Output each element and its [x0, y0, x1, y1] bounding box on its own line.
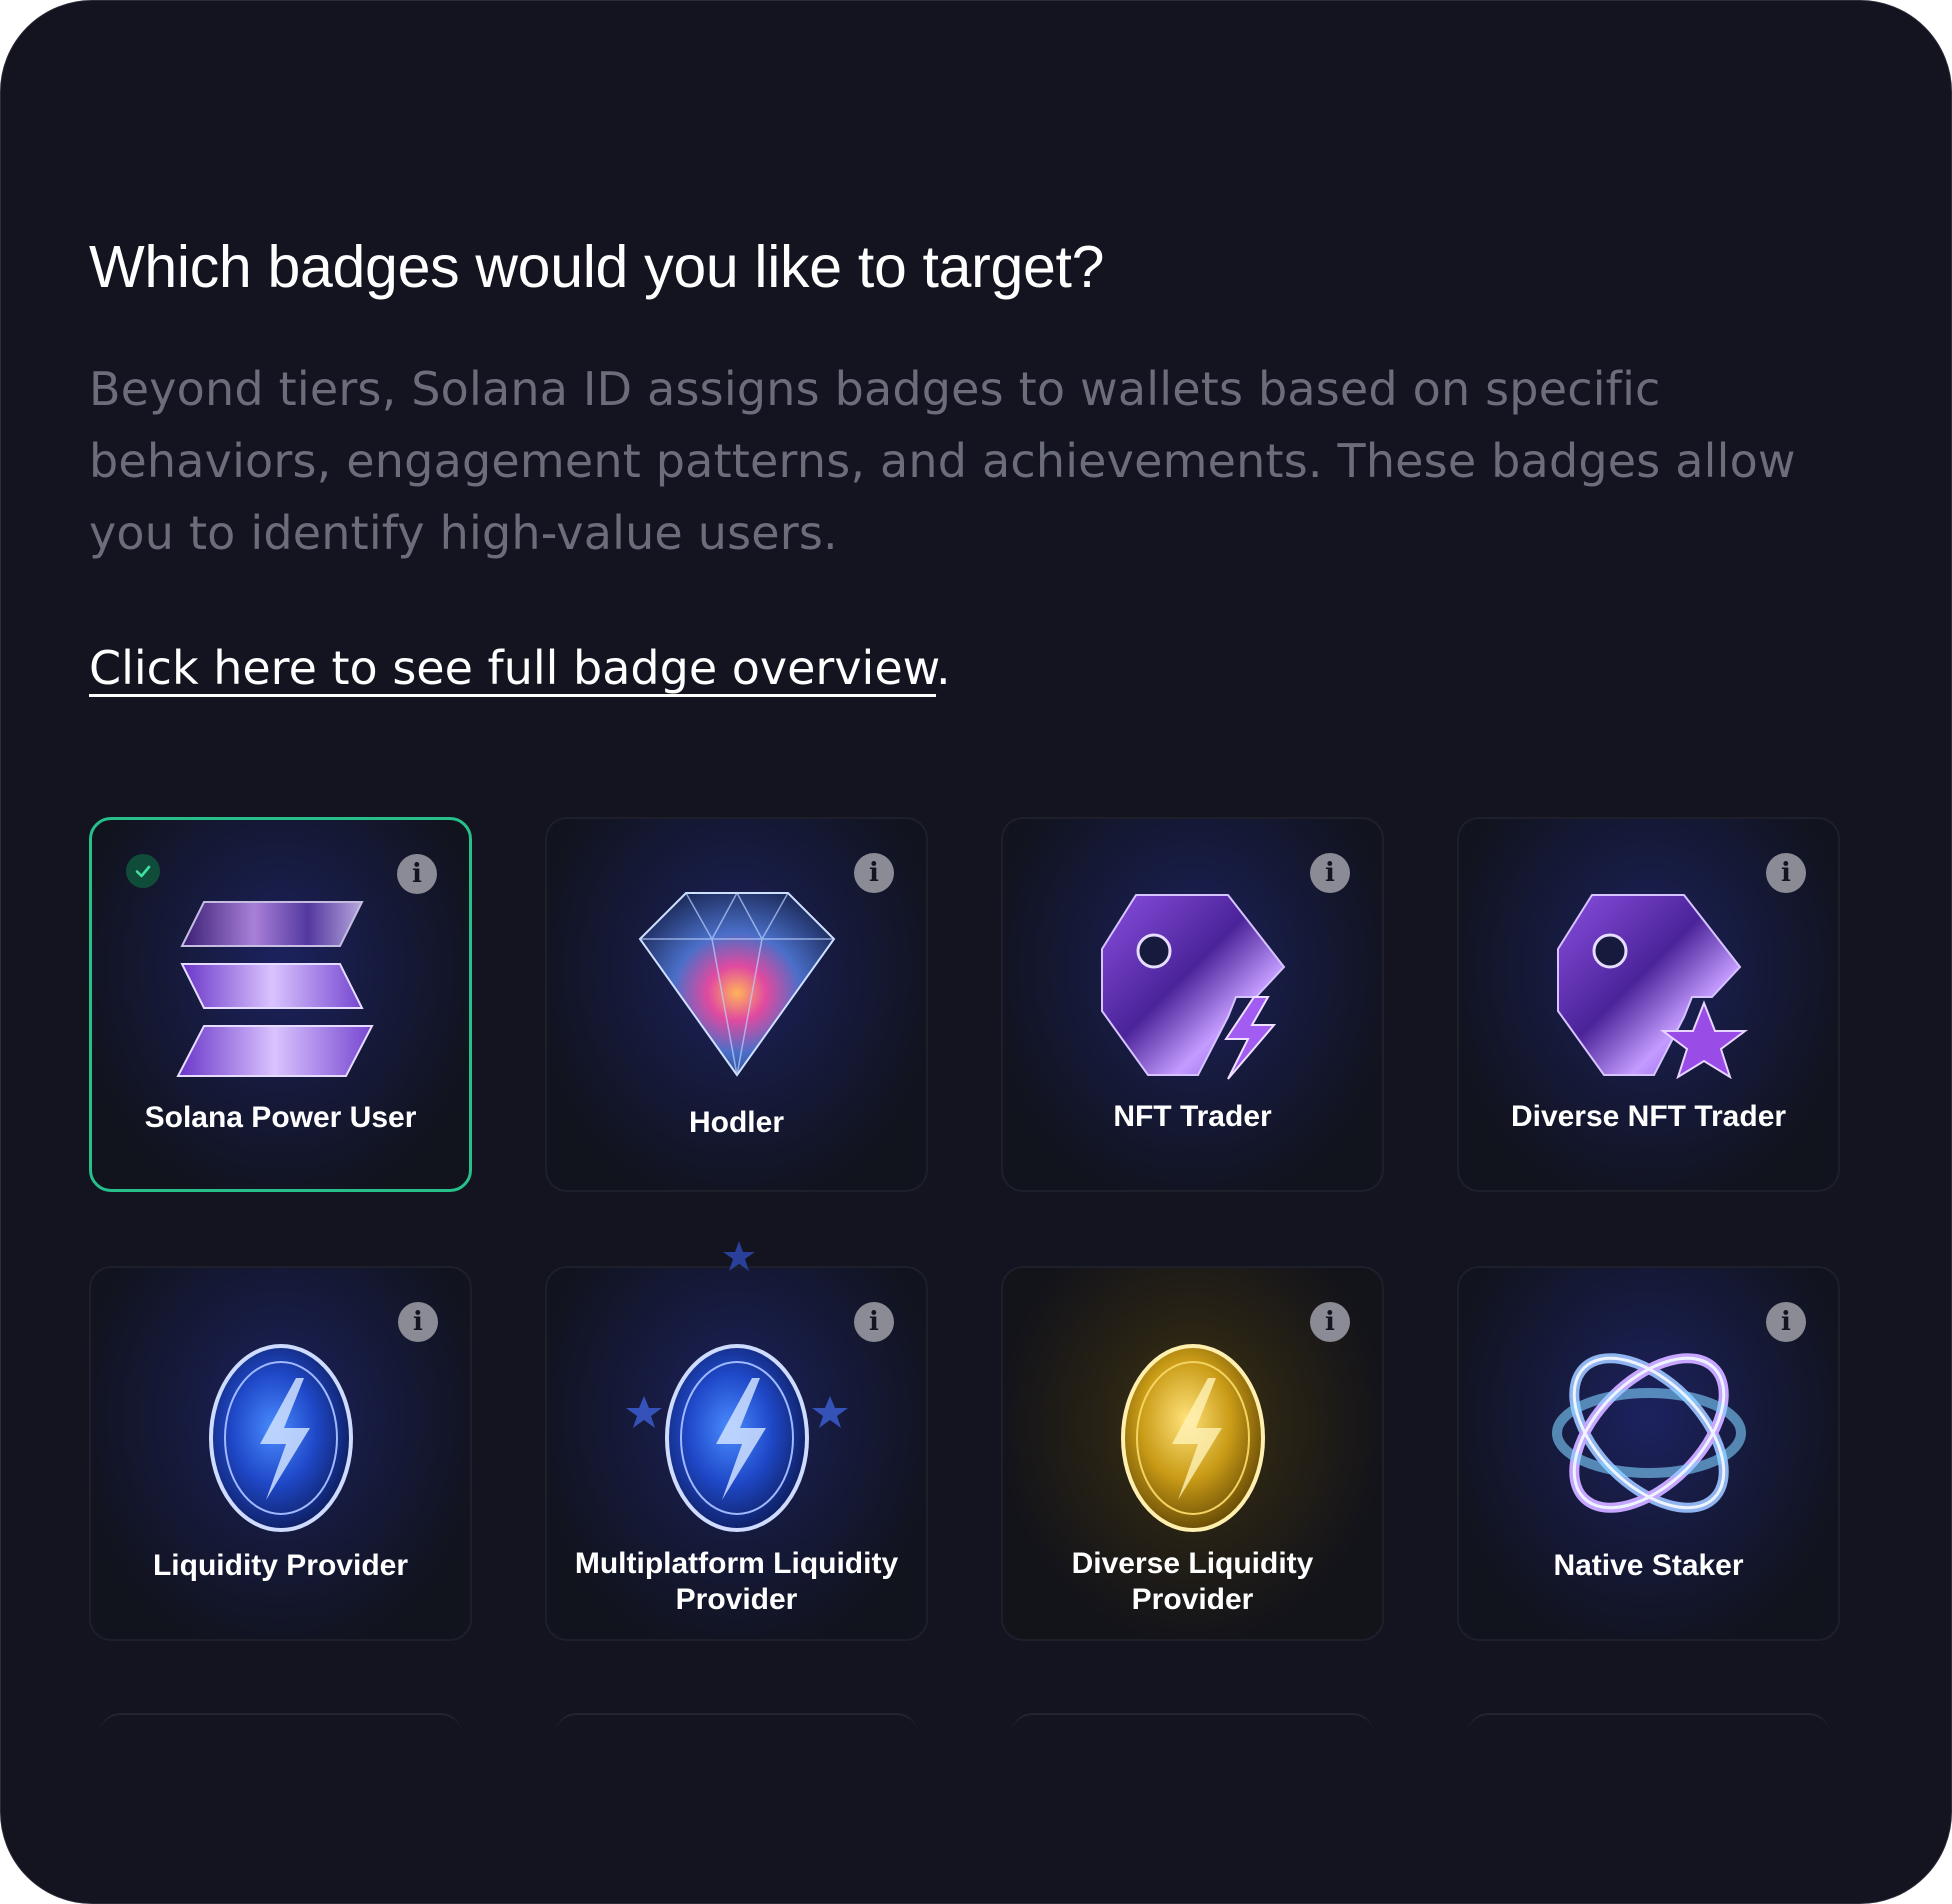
info-icon[interactable]: i — [1310, 1302, 1350, 1342]
badge-card-liquidity-provider[interactable]: i Liquidity Provider — [89, 1266, 472, 1641]
star-icon — [723, 1241, 755, 1271]
info-icon[interactable]: i — [398, 1302, 438, 1342]
badge-label: NFT Trader — [1113, 1100, 1272, 1133]
badge-label: Hodler — [688, 1106, 784, 1139]
blue-coin-stars-icon — [625, 1344, 848, 1532]
badge-label: Diverse NFT Trader — [1510, 1100, 1787, 1133]
info-icon[interactable]: i — [1766, 853, 1806, 893]
blue-coin-icon — [208, 1344, 353, 1532]
badge-card-partial — [1011, 1713, 1374, 1745]
badge-card-diverse-liquidity-provider[interactable]: i Diverse Liquidity Provider — [1001, 1266, 1384, 1641]
badge-overview-link[interactable]: Click here to see full badge overview — [89, 641, 936, 695]
badge-label: Solana Power User — [144, 1101, 417, 1134]
badge-card-solana-power-user[interactable]: i Solana Power User — [89, 817, 472, 1192]
info-icon[interactable]: i — [854, 1302, 894, 1342]
badge-label: Diverse Liquidity Provider — [1071, 1547, 1314, 1616]
badge-card-diverse-nft-trader[interactable]: i Diverse NFT Trader — [1457, 817, 1840, 1192]
badge-card-nft-trader[interactable]: i NFT Trader — [1001, 817, 1384, 1192]
badge-label: Native Staker — [1553, 1549, 1744, 1582]
info-icon[interactable]: i — [397, 854, 437, 894]
badge-card-partial — [1467, 1713, 1830, 1745]
overview-link-line: Click here to see full badge overview. — [89, 641, 951, 695]
badge-label: Liquidity Provider — [152, 1549, 409, 1582]
link-period: . — [936, 641, 951, 695]
selected-check-icon — [126, 854, 160, 888]
badge-card-partial — [99, 1713, 462, 1745]
info-icon[interactable]: i — [854, 853, 894, 893]
solana-logo-icon — [175, 901, 374, 1077]
badge-card-native-staker[interactable]: i Native Staker — [1457, 1266, 1840, 1641]
diamond-icon — [638, 891, 835, 1077]
badge-selection-panel: Which badges would you like to target? B… — [0, 0, 1952, 1904]
badge-label: Multiplatform Liquidity Provider — [574, 1547, 899, 1616]
page-title: Which badges would you like to target? — [89, 234, 1105, 300]
badge-card-multiplatform-liquidity-provider[interactable]: i Multiplatform Liquidity Provider — [545, 1241, 928, 1641]
atom-rings-icon — [1551, 1353, 1746, 1513]
info-icon[interactable]: i — [1766, 1302, 1806, 1342]
badge-card-hodler[interactable]: i Hodler — [545, 817, 928, 1192]
tag-star-icon — [1556, 894, 1748, 1080]
description: Beyond tiers, Solana ID assigns badges t… — [89, 362, 1796, 560]
info-icon[interactable]: i — [1310, 853, 1350, 893]
gold-coin-icon — [1120, 1344, 1265, 1532]
tag-lightning-icon — [1100, 894, 1285, 1080]
badge-card-partial — [555, 1713, 918, 1745]
